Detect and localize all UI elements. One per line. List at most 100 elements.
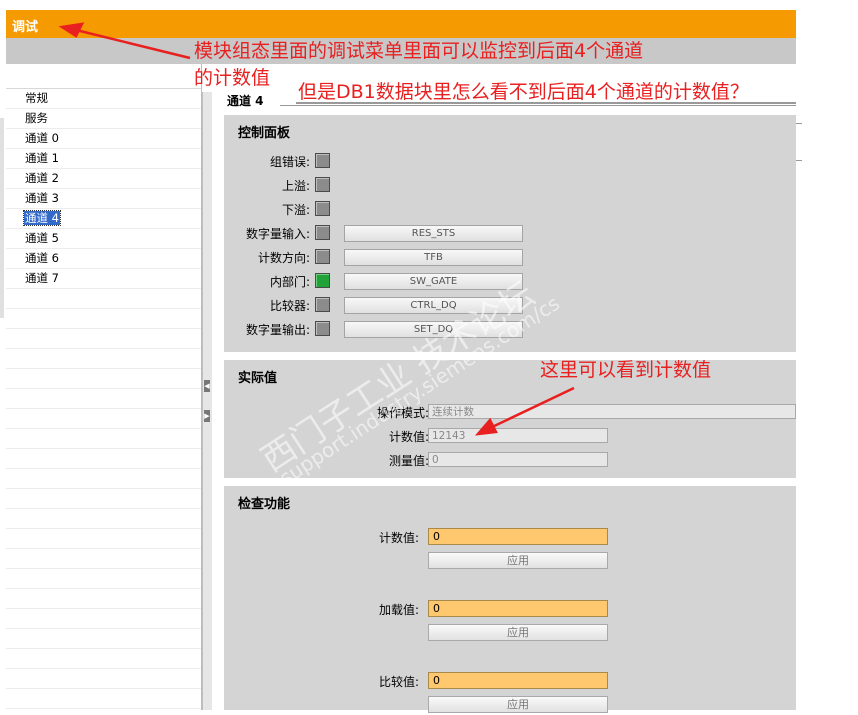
status-label: 比较器: xyxy=(269,299,310,313)
status-indicator xyxy=(315,249,330,264)
sidebar-item-label: 通道 0 xyxy=(25,131,59,145)
status-row: 内部门: xyxy=(224,272,310,290)
check-function-section: 检查功能 计数值: 0 应用 加载值: 0 应用 比较值: 0 应用 xyxy=(224,486,796,713)
window-title-bar: 调试 xyxy=(6,10,796,38)
empty-row xyxy=(6,329,201,349)
empty-row xyxy=(6,569,201,589)
empty-row xyxy=(6,589,201,609)
sidebar-item[interactable]: 服务 xyxy=(6,109,201,129)
sidebar-item[interactable]: 通道 6 xyxy=(6,249,201,269)
status-indicator xyxy=(315,201,330,216)
expand-right-arrow-icon[interactable]: ▶ xyxy=(204,410,210,422)
empty-row xyxy=(6,489,201,509)
empty-row xyxy=(6,609,201,629)
empty-row xyxy=(6,389,201,409)
divider xyxy=(796,123,802,124)
operating-mode-field: 连续计数 xyxy=(428,404,796,419)
control-button[interactable]: RES_STS xyxy=(344,225,523,242)
status-indicator xyxy=(315,225,330,240)
check-value-input[interactable]: 0 xyxy=(428,600,608,617)
status-label: 计数方向: xyxy=(257,251,310,265)
channel-content: 通道 4 控制面板 组错误: 上溢: 下溢: 数字量输入: RES_STS 计数方向: TF… xyxy=(212,88,796,713)
status-row: 上溢: xyxy=(224,176,310,194)
annotation-text-2: 但是DB1数据块里怎么看不到后面4个通道的计数值？ xyxy=(298,81,749,103)
status-label: 上溢: xyxy=(281,179,310,193)
sidebar-item[interactable]: 通道 4 xyxy=(6,209,201,229)
sidebar-item[interactable]: 通道 1 xyxy=(6,149,201,169)
navigation-list: 常规服务通道 0 通道 1 通道 2 通道 3 通道 4 通道 5 通道 6 通道 7 xyxy=(6,89,201,289)
measured-value-field: 0 xyxy=(428,452,608,467)
check-row: 计数值: xyxy=(224,528,419,546)
navigation-pane: 常规服务通道 0 通道 1 通道 2 通道 3 通道 4 通道 5 通道 6 通道 7 xyxy=(6,64,202,710)
status-indicator xyxy=(315,177,330,192)
empty-row xyxy=(6,509,201,529)
check-value-label: 计数值: xyxy=(378,531,419,545)
check-row: 比较值: xyxy=(224,672,419,690)
check-value-input[interactable]: 0 xyxy=(428,672,608,689)
navigation-header xyxy=(6,64,201,89)
empty-row xyxy=(6,289,201,309)
sidebar-item-label: 通道 4 xyxy=(23,210,61,226)
actual-values-title: 实际值 xyxy=(238,371,278,386)
measured-value-label: 测量值: xyxy=(388,454,429,468)
annotation-text-1-line2: 的计数值 xyxy=(194,67,271,89)
empty-row xyxy=(6,409,201,429)
status-row: 组错误: xyxy=(224,152,310,170)
left-edge-strip xyxy=(0,118,4,318)
status-label: 数字量输入: xyxy=(245,227,310,241)
status-row: 计数方向: xyxy=(224,248,310,266)
sidebar-item[interactable]: 通道 2 xyxy=(6,169,201,189)
status-indicator xyxy=(315,273,330,288)
status-row: 下溢: xyxy=(224,200,310,218)
sidebar-item[interactable]: 通道 0 xyxy=(6,129,201,149)
window-title: 调试 xyxy=(12,20,39,35)
empty-row xyxy=(6,529,201,549)
check-value-label: 比较值: xyxy=(378,675,419,689)
count-value-label: 计数值: xyxy=(388,430,429,444)
check-value-input[interactable]: 0 xyxy=(428,528,608,545)
collapse-left-arrow-icon[interactable]: ◀ xyxy=(204,380,210,392)
sidebar-item[interactable]: 通道 5 xyxy=(6,229,201,249)
status-label: 下溢: xyxy=(281,203,310,217)
right-margin xyxy=(796,10,858,715)
status-label: 组错误: xyxy=(269,155,310,169)
sidebar-item-label: 通道 6 xyxy=(25,251,59,265)
status-row: 数字量输出: xyxy=(224,320,310,338)
divider xyxy=(796,160,802,161)
empty-row xyxy=(6,449,201,469)
sidebar-item[interactable]: 常规 xyxy=(6,89,201,109)
empty-row xyxy=(6,429,201,449)
count-value-field: 12143 xyxy=(428,428,608,443)
status-row: 比较器: xyxy=(224,296,310,314)
empty-row xyxy=(6,349,201,369)
empty-row xyxy=(6,369,201,389)
sidebar-item-label: 通道 3 xyxy=(25,191,59,205)
navigation-empty-rows xyxy=(6,289,201,709)
sidebar-item[interactable]: 通道 3 xyxy=(6,189,201,209)
empty-row xyxy=(6,469,201,489)
sidebar-item-label: 服务 xyxy=(25,111,48,125)
annotation-text-1-line1: 模块组态里面的调试菜单里面可以监控到后面4个通道 xyxy=(194,40,644,62)
check-function-title: 检查功能 xyxy=(238,497,291,512)
sidebar-item[interactable]: 通道 7 xyxy=(6,269,201,289)
status-label: 内部门: xyxy=(269,275,310,289)
apply-button[interactable]: 应用 xyxy=(428,552,608,569)
apply-button[interactable]: 应用 xyxy=(428,624,608,641)
check-row: 加载值: xyxy=(224,600,419,618)
status-indicator xyxy=(315,297,330,312)
status-indicator xyxy=(315,321,330,336)
check-value-label: 加载值: xyxy=(378,603,419,617)
annotation-text-3: 这里可以看到计数值 xyxy=(540,359,712,381)
channel-title: 通道 4 xyxy=(227,94,264,108)
empty-row xyxy=(6,309,201,329)
sidebar-item-label: 通道 5 xyxy=(25,231,59,245)
empty-row xyxy=(6,689,201,709)
empty-row xyxy=(6,629,201,649)
sidebar-item-label: 通道 2 xyxy=(25,171,59,185)
apply-button[interactable]: 应用 xyxy=(428,696,608,713)
status-row: 数字量输入: xyxy=(224,224,310,242)
sidebar-item-label: 常规 xyxy=(25,91,48,105)
control-button[interactable]: TFB xyxy=(344,249,523,266)
empty-row xyxy=(6,649,201,669)
sidebar-item-label: 通道 1 xyxy=(25,151,59,165)
